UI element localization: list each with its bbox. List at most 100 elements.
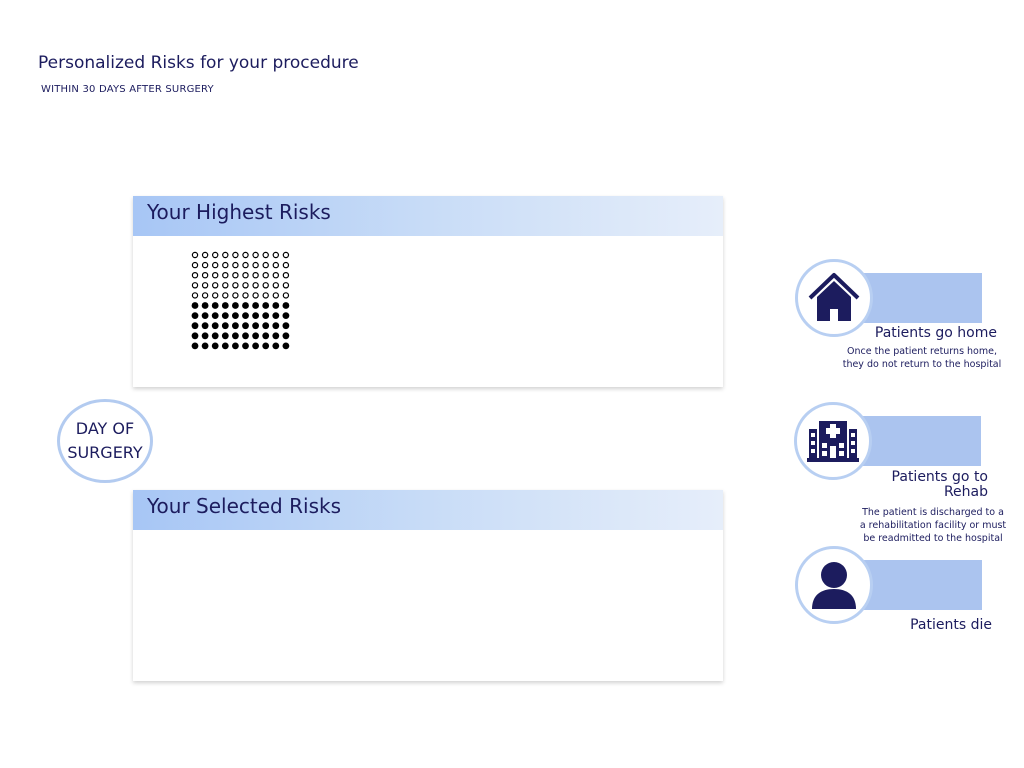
risk-dot-filled (262, 312, 270, 319)
risk-dot-empty (252, 292, 259, 299)
risk-dot-filled (201, 302, 209, 309)
risk-dot-filled (191, 332, 199, 340)
risk-dot-filled (191, 312, 199, 319)
risk-dot-filled (201, 332, 209, 340)
outcome-rehab-label: Patients go to Rehab (840, 470, 988, 500)
highest-risks-header: Your Highest Risks (133, 196, 723, 236)
selected-risks-header: Your Selected Risks (133, 490, 723, 530)
risk-dot-filled (242, 322, 249, 330)
outcome-die-label: Patients die (910, 617, 992, 633)
risk-dot-filled (262, 322, 270, 330)
risk-dot-filled (221, 332, 229, 340)
risk-dot-empty (282, 292, 290, 299)
risk-dot-filled (272, 332, 280, 340)
risk-dot-empty (191, 261, 199, 269)
risk-dot-filled (262, 302, 270, 309)
risk-dot-empty (232, 272, 239, 279)
risk-dot-filled (272, 322, 280, 330)
risk-dot-filled (211, 332, 219, 340)
risk-dot-empty (272, 251, 280, 259)
risk-dot-empty (191, 282, 199, 289)
risk-dot-filled (211, 302, 219, 309)
risk-dot-empty (232, 251, 239, 259)
risk-dot-filled (282, 312, 290, 319)
outcome-rehab-label-line2: Rehab (943, 484, 988, 500)
risk-dot-filled (242, 312, 249, 319)
risk-dot-empty (242, 282, 249, 289)
risk-dot-filled (191, 322, 199, 330)
outcome-rehab-desc-line1: The patient is discharged to a (862, 507, 1004, 518)
outcome-rehab-desc-line3: be readmitted to the hospital (863, 533, 1003, 544)
risk-dot-empty (201, 251, 209, 259)
risk-dot-empty (201, 272, 209, 279)
risk-dot-filled (282, 302, 290, 309)
highest-risks-panel: Your Highest Risks (133, 196, 723, 387)
risk-dot-empty (282, 272, 290, 279)
outcome-home-desc-line2: they do not return to the hospital (842, 359, 1002, 370)
risk-dot-empty (222, 251, 229, 259)
outcome-home-description: Once the patient returns home, they do n… (832, 345, 1012, 371)
risk-dot-filled (232, 342, 239, 350)
risk-dot-empty (272, 292, 280, 299)
risk-dot-empty (201, 282, 209, 289)
risk-dot-empty (262, 272, 269, 279)
day-of-surgery-line1: DAY OF (75, 419, 135, 438)
risk-dot-empty (201, 261, 209, 269)
risk-dot-empty (212, 272, 219, 279)
selected-risks-title: Your Selected Risks (147, 494, 341, 518)
page-title: Personalized Risks for your procedure (38, 53, 359, 73)
risk-dot-empty (282, 251, 290, 259)
outcome-home-label: Patients go home (874, 325, 997, 341)
outcome-die-badge (795, 546, 873, 624)
risk-dot-empty (242, 272, 249, 279)
risk-dot-empty (222, 282, 229, 289)
risk-dot-empty (232, 292, 239, 299)
hospital-icon (807, 421, 859, 462)
outcome-rehab-description: The patient is discharged to a a rehabil… (842, 506, 1024, 545)
risk-dot-empty (212, 251, 219, 259)
outcome-rehab-badge (794, 402, 872, 480)
risk-dot-filled (252, 322, 259, 330)
highest-risks-title: Your Highest Risks (147, 200, 331, 224)
risk-dot-filled (242, 302, 249, 309)
risk-dot-filled (252, 302, 259, 309)
risk-dot-empty (252, 261, 259, 269)
risk-dot-filled (252, 342, 259, 350)
risk-dot-filled (232, 302, 239, 309)
risk-dot-empty (201, 292, 209, 299)
risk-dot-filled (191, 342, 199, 350)
risk-dot-filled (201, 322, 209, 330)
risk-dot-empty (252, 251, 259, 259)
risk-dot-filled (221, 342, 229, 350)
risk-dot-filled (201, 312, 209, 319)
risk-dot-filled (232, 322, 239, 330)
risk-dot-empty (262, 282, 269, 289)
risk-dot-empty (191, 272, 199, 279)
risk-dot-filled (282, 322, 290, 330)
outcome-rehab-desc-line2: a rehabilitation facility or must (859, 520, 1007, 531)
risk-dot-empty (191, 251, 199, 259)
house-icon (808, 273, 860, 321)
risk-dot-filled (201, 342, 209, 350)
risk-dot-empty (252, 272, 259, 279)
page-subtitle: WITHIN 30 DAYS AFTER SURGERY (41, 84, 214, 95)
risk-dot-filled (191, 302, 199, 309)
risk-dot-empty (191, 292, 199, 299)
risk-dot-empty (222, 261, 229, 269)
risk-dot-filled (262, 342, 270, 350)
risk-dot-empty (212, 261, 219, 269)
risk-dot-filled (282, 332, 290, 340)
risk-dot-filled (221, 302, 229, 309)
risk-dot-filled (272, 342, 280, 350)
day-of-surgery-marker: DAY OF SURGERY (57, 399, 153, 483)
risk-dot-filled (211, 312, 219, 319)
risk-dot-filled (252, 312, 259, 319)
selected-risks-panel: Your Selected Risks (133, 490, 723, 681)
person-icon (812, 562, 856, 609)
risk-dot-filled (282, 342, 290, 350)
risk-dot-empty (222, 292, 229, 299)
risk-dot-empty (242, 251, 249, 259)
outcome-rehab-label-line1: Patients go to (891, 469, 988, 485)
risk-dot-empty (272, 272, 280, 279)
risk-dot-empty (212, 282, 219, 289)
